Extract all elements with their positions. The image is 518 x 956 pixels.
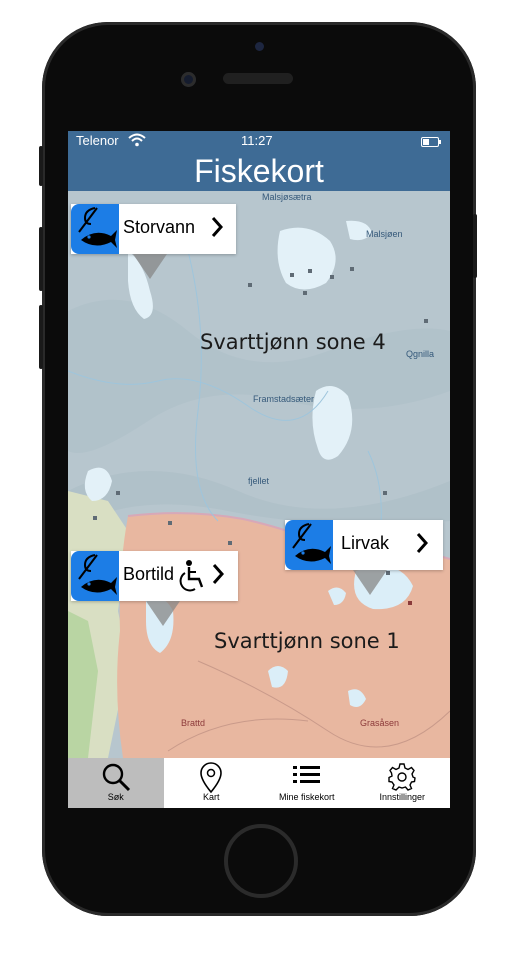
volume-up-button — [39, 227, 43, 291]
tab-bar: Søk Kart Mine fiskekort Innstillinger — [68, 758, 450, 808]
wifi-icon — [128, 133, 146, 150]
mute-switch — [39, 146, 43, 186]
home-button[interactable] — [224, 824, 298, 898]
zone-label-sone-4: Svarttjønn sone 4 — [200, 330, 386, 354]
power-button — [473, 214, 477, 278]
map-background — [68, 191, 450, 758]
tab-label: Mine fiskekort — [278, 792, 335, 802]
fish-hook-icon — [285, 520, 333, 570]
map-pin-pointer — [353, 570, 387, 595]
nav-header: Fiskekort — [68, 151, 450, 191]
place-label: Qgnilla — [406, 349, 435, 359]
carrier-label: Telenor — [76, 133, 119, 148]
search-icon — [68, 762, 164, 794]
place-label: fjellet — [248, 476, 270, 486]
lake-name: Storvann — [123, 217, 196, 237]
lake-name: Bortild — [123, 564, 175, 584]
volume-down-button — [39, 305, 43, 369]
tab-search[interactable]: Søk — [68, 758, 164, 808]
app-screen: Telenor 11:27 Fiskekort Svarttjønn sone … — [68, 131, 450, 808]
lake-callout-lirvak[interactable]: Lirvak — [285, 520, 443, 595]
page-title: Fiskekort — [194, 153, 324, 189]
sensor-icon — [181, 72, 196, 87]
battery-icon — [421, 137, 441, 147]
map-pin-icon — [164, 762, 260, 796]
clock-label: 11:27 — [241, 133, 273, 148]
earpiece-speaker — [223, 73, 293, 84]
place-label: Malsjøsætra — [262, 192, 312, 202]
lake-callout-bortild[interactable]: Bortild — [71, 551, 238, 626]
map-pin-pointer — [133, 254, 167, 279]
tab-label: Innstillinger — [379, 792, 426, 802]
lake-name: Lirvak — [341, 533, 390, 553]
fish-hook-icon — [71, 551, 119, 601]
map-view[interactable]: Svarttjønn sone 4 Svarttjønn sone 1 Mals… — [68, 191, 450, 758]
tab-settings[interactable]: Innstillinger — [355, 758, 451, 808]
chevron-right-icon — [211, 215, 224, 245]
gear-icon — [355, 762, 451, 794]
tab-my-licenses[interactable]: Mine fiskekort — [259, 758, 355, 808]
status-bar: Telenor 11:27 — [68, 131, 450, 151]
place-label: Grasåsen — [360, 718, 400, 728]
wheelchair-icon — [179, 559, 207, 598]
lake-callout-storvann[interactable]: Storvann — [71, 204, 236, 279]
map-pin-pointer — [146, 601, 180, 626]
tab-label: Søk — [107, 792, 124, 802]
place-label: Malsjøen — [366, 229, 403, 239]
chevron-right-icon — [416, 531, 429, 561]
list-icon — [259, 762, 355, 790]
place-label: Framstadsæter — [253, 394, 315, 404]
place-label: Brattd — [181, 718, 206, 728]
zone-label-sone-1: Svarttjønn sone 1 — [214, 629, 400, 653]
chevron-right-icon — [212, 562, 225, 592]
front-camera-icon — [255, 42, 264, 51]
tab-label: Kart — [202, 792, 220, 802]
tab-map[interactable]: Kart — [164, 758, 260, 808]
fish-hook-icon — [71, 204, 119, 254]
